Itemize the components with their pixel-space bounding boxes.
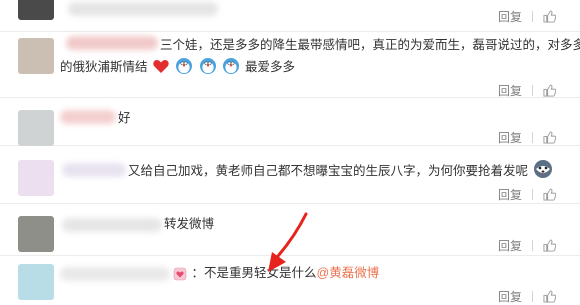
thumbs-up-icon (543, 131, 556, 144)
comment-text-line2: 的俄狄浦斯情结 最爱多多 (60, 56, 295, 78)
comment-actions: 回复 回复 (498, 8, 560, 25)
heart-icon (153, 59, 169, 73)
avatar[interactable] (18, 216, 54, 252)
annotation-arrow (268, 212, 308, 272)
comment-text-part: 又给自己加戏，黄老师自己都不想曝宝宝的生辰八字，为何你要抢着发呢 (128, 164, 529, 178)
reply-button[interactable]: 回复 (498, 186, 522, 203)
mention-link[interactable]: @黄磊微博 (317, 266, 380, 280)
comment-text: 转发微博 (164, 217, 215, 231)
reply-button[interactable]: 回复 (498, 237, 522, 254)
reply-button[interactable]: 回复 (498, 288, 522, 305)
like-button[interactable] (543, 239, 560, 252)
comment-item: 回复 回复 (0, 0, 580, 32)
comment-text: 好 (118, 111, 131, 125)
divider (532, 132, 533, 143)
comment-actions: 回复 (498, 82, 560, 99)
divider (532, 189, 533, 200)
comment-item: 好 回复 (0, 98, 580, 146)
username[interactable] (60, 110, 116, 124)
like-button[interactable] (543, 131, 560, 144)
divider (532, 11, 533, 22)
thumbs-up-icon (543, 188, 556, 201)
username[interactable] (62, 218, 162, 232)
avatar[interactable] (18, 0, 54, 20)
comment-text: 又给自己加戏，黄老师自己都不想曝宝宝的生辰八字，为何你要抢着发呢 (128, 159, 554, 182)
comment-item: 三个娃，还是多多的降生最带感情吧，真正的为爱而生，磊哥说过的，对多多 的俄狄浦斯… (0, 32, 580, 98)
like-button[interactable] (543, 188, 560, 201)
comment-actions: 回复 (498, 129, 560, 146)
avatar[interactable] (18, 264, 54, 300)
username[interactable] (60, 267, 170, 281)
doraemon-emoji-icon (176, 58, 193, 74)
divider (532, 240, 533, 251)
husky-emoji-icon (533, 160, 552, 178)
divider (532, 85, 533, 96)
heart-bubble-icon (173, 267, 187, 281)
reply-button[interactable]: 回复 (498, 8, 522, 25)
username[interactable] (62, 163, 126, 177)
doraemon-emoji-icon (223, 58, 240, 74)
comment-actions: 回复 (498, 288, 560, 305)
thumbs-up-icon (543, 239, 556, 252)
like-button[interactable]: 回复 (543, 10, 560, 23)
username[interactable] (66, 36, 158, 50)
avatar[interactable] (18, 38, 54, 74)
comment-text-part: 的俄狄浦斯情结 (60, 60, 148, 74)
comment-item: 又给自己加戏，黄老师自己都不想曝宝宝的生辰八字，为何你要抢着发呢 回复 (0, 146, 580, 204)
comment-actions: 回复 (498, 186, 560, 203)
avatar[interactable] (18, 160, 54, 196)
comment-actions: 回复 (498, 237, 560, 254)
thumbs-up-icon (543, 290, 556, 303)
divider (532, 291, 533, 302)
thumbs-up-icon (543, 84, 556, 97)
like-button[interactable] (543, 290, 560, 303)
reply-button[interactable]: 回复 (498, 82, 522, 99)
username[interactable] (68, 2, 218, 16)
doraemon-emoji-icon (199, 58, 216, 74)
avatar[interactable] (18, 110, 54, 146)
comment-text-part: 最爱多多 (244, 60, 295, 74)
thumbs-up-icon (543, 10, 556, 23)
like-button[interactable] (543, 84, 560, 97)
comment-text: 三个娃，还是多多的降生最带感情吧，真正的为爱而生，磊哥说过的，对多多 (160, 38, 580, 52)
reply-button[interactable]: 回复 (498, 129, 522, 146)
